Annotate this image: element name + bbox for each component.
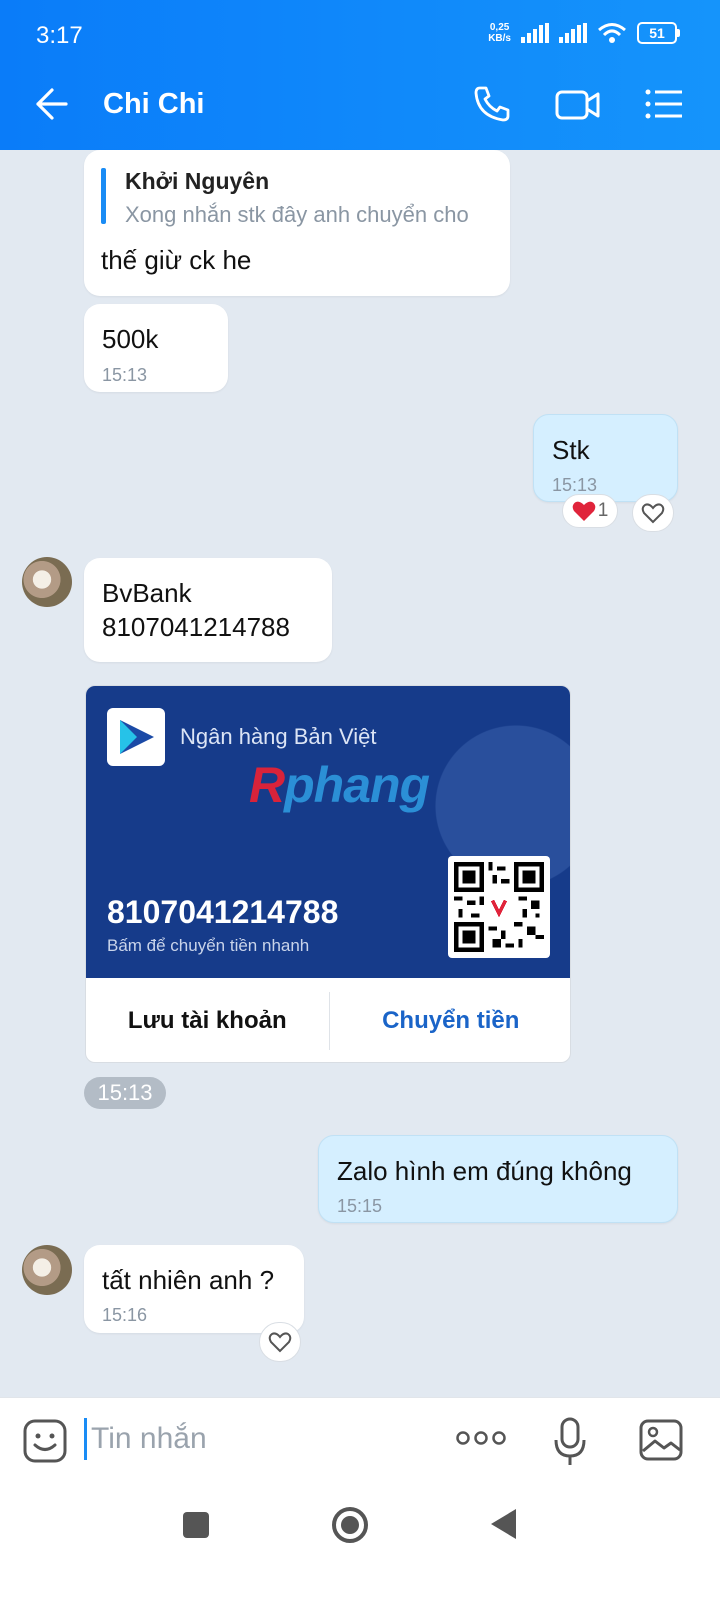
watermark-text: Rphang (249, 757, 430, 813)
bank-card-header[interactable]: Ngân hàng Bản Việt Rphang 8107041214788 … (86, 686, 570, 978)
message-text: thế giừ ck he (101, 245, 252, 275)
reaction-badge[interactable]: 1 (562, 494, 618, 528)
status-time: 3:17 (36, 22, 83, 49)
list-menu-icon[interactable] (642, 82, 686, 126)
bank-card[interactable]: Ngân hàng Bản Việt Rphang 8107041214788 … (85, 685, 571, 1063)
qr-code-icon[interactable] (448, 856, 550, 958)
signal-icon (559, 23, 587, 43)
reaction-count: 1 (597, 500, 609, 521)
bank-card-actions: Lưu tài khoản Chuyển tiền (86, 978, 571, 1062)
message-text: Stk (552, 435, 590, 465)
message-time: 15:13 (552, 475, 598, 495)
chat-title[interactable]: Chi Chi (103, 88, 205, 121)
message-bubble[interactable]: 500k 15:13 (84, 304, 228, 392)
transfer-money-button[interactable]: Chuyển tiền (330, 978, 571, 1062)
quote-author: Khởi Nguyên (125, 168, 270, 194)
transfer-hint: Bấm để chuyển tiền nhanh (107, 936, 310, 955)
message-input[interactable]: Tin nhắn (84, 1418, 207, 1460)
microphone-icon[interactable] (552, 1416, 588, 1468)
message-text: tất nhiên anh ? (102, 1265, 275, 1295)
heart-outline-icon (641, 503, 665, 524)
account-number: 8107041214788 (107, 894, 339, 930)
message-time: 15:13 (102, 365, 148, 385)
phone-icon[interactable] (470, 82, 514, 126)
heart-icon (572, 501, 595, 521)
message-text: 500k (102, 324, 159, 354)
network-speed: 0,25 KB/s (488, 22, 511, 44)
message-bubble[interactable]: Khởi Nguyên Xong nhắn stk đây anh chuyển… (84, 150, 510, 296)
more-options-icon[interactable] (456, 1430, 506, 1446)
message-time: 15:15 (337, 1196, 383, 1216)
wifi-icon (598, 23, 626, 43)
recent-apps-icon[interactable] (182, 1511, 210, 1539)
save-account-button[interactable]: Lưu tài khoản (86, 978, 329, 1062)
sticker-icon[interactable] (22, 1418, 68, 1464)
my-message-bubble[interactable]: Zalo hình em đúng không 15:15 (318, 1135, 678, 1223)
bank-name: Ngân hàng Bản Việt (180, 724, 377, 749)
message-bubble[interactable]: tất nhiên anh ? 15:16 (84, 1245, 304, 1333)
message-bubble[interactable]: BvBank 8107041214788 (84, 558, 332, 662)
message-text: 8107041214788 (102, 612, 290, 642)
chat-header: 3:17 0,25 KB/s 51 Chi Chi (0, 0, 720, 150)
heart-outline-icon (268, 1332, 292, 1353)
message-time: 15:16 (102, 1305, 148, 1325)
system-nav-bar (0, 1485, 720, 1600)
message-time-pill: 15:13 (84, 1077, 166, 1109)
quote-text: Xong nhắn stk đây anh chuyển cho (125, 202, 469, 227)
react-button[interactable] (632, 494, 674, 532)
back-nav-icon[interactable] (488, 1507, 518, 1541)
message-text: Zalo hình em đúng không (337, 1156, 632, 1186)
my-message-bubble[interactable]: Stk 15:13 (533, 414, 678, 502)
video-camera-icon[interactable] (554, 82, 602, 126)
status-icons: 0,25 KB/s 51 (488, 22, 680, 44)
react-button[interactable] (259, 1322, 301, 1362)
battery-icon: 51 (637, 22, 680, 44)
bank-logo (107, 708, 165, 766)
avatar[interactable] (22, 557, 72, 607)
home-icon[interactable] (330, 1505, 370, 1545)
message-text: BvBank (102, 578, 192, 608)
image-gallery-icon[interactable] (638, 1418, 684, 1462)
signal-icon (521, 23, 549, 43)
quote-bar (101, 168, 106, 224)
avatar[interactable] (22, 1245, 72, 1295)
arrow-left-icon[interactable] (30, 84, 70, 124)
message-input-bar: Tin nhắn (0, 1397, 720, 1485)
